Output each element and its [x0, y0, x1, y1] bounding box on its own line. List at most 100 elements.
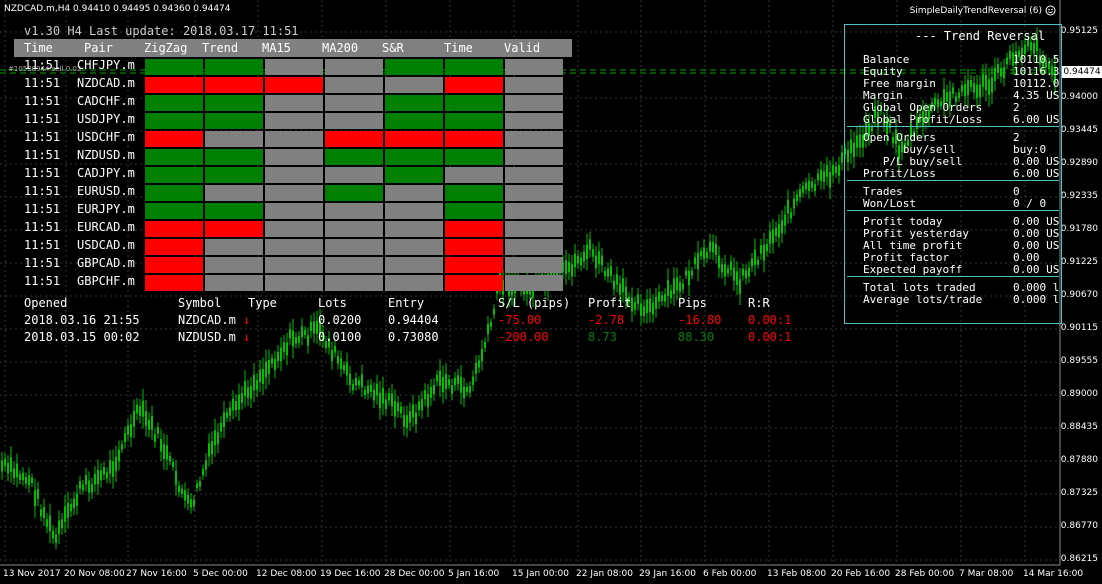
- current-price-tag: 0.94474: [1062, 66, 1102, 78]
- signal-cell-green: [445, 113, 503, 129]
- signal-cell-gray: [265, 59, 323, 75]
- signal-cell-gray: [265, 113, 323, 129]
- signal-cell-red: [445, 77, 503, 93]
- candle-body: [187, 494, 189, 504]
- candle-body: [379, 392, 381, 409]
- signal-cell-gray: [265, 203, 323, 219]
- candle-body: [841, 152, 843, 163]
- candle-body: [265, 361, 267, 378]
- candle-body: [442, 376, 444, 393]
- candle-body: [235, 401, 237, 411]
- signal-cell-red: [145, 275, 203, 291]
- grid-row-pair[interactable]: EURUSD.m: [77, 184, 135, 198]
- candle-body: [475, 363, 477, 374]
- candle-body: [667, 280, 669, 296]
- signal-cell-gray: [325, 95, 383, 111]
- candle-body: [670, 290, 672, 299]
- candle-body: [757, 259, 759, 265]
- candle-body: [37, 489, 39, 499]
- candle-body: [202, 469, 204, 476]
- grid-row-pair[interactable]: USDCAD.m: [77, 238, 135, 252]
- orders-header-label: Entry: [388, 296, 425, 310]
- order-symbol[interactable]: NZDCAD.m: [178, 313, 236, 327]
- candle-body: [358, 380, 360, 386]
- candle-body: [469, 386, 471, 393]
- candle-body: [733, 267, 735, 281]
- orders-header-label: Type: [248, 296, 277, 310]
- candle-body: [292, 330, 294, 347]
- signal-cell-gray: [205, 239, 263, 255]
- candle-body: [217, 432, 219, 445]
- signal-cell-gray: [505, 77, 563, 93]
- candle-body: [61, 519, 63, 529]
- candle-body: [148, 419, 150, 430]
- panel-stat-label: Profit/Loss: [863, 167, 936, 180]
- signal-cell-red: [145, 131, 203, 147]
- candle-body: [214, 430, 216, 446]
- orders-header-label: Symbol: [178, 296, 222, 310]
- signal-cell-gray: [385, 221, 443, 237]
- candle-body: [652, 302, 654, 315]
- grid-row-pair[interactable]: USDJPY.m: [77, 112, 135, 126]
- smiley-icon[interactable]: [1045, 5, 1056, 16]
- candle-body: [793, 198, 795, 209]
- candle-body: [106, 472, 108, 479]
- signal-cell-gray: [505, 185, 563, 201]
- grid-row-pair[interactable]: GBPCAD.m: [77, 256, 135, 270]
- candle-body: [763, 244, 765, 261]
- candle-body: [487, 323, 489, 335]
- candle-body: [394, 400, 396, 417]
- candle-body: [142, 400, 144, 417]
- grid-row-pair[interactable]: CADJPY.m: [77, 166, 135, 180]
- expert-advisor-label[interactable]: SimpleDailyTrendReversal (6): [910, 6, 1042, 16]
- candle-body: [178, 485, 180, 493]
- grid-row-time: 11:51: [24, 76, 61, 90]
- signal-cell-gray: [325, 113, 383, 129]
- candle-body: [97, 470, 99, 485]
- grid-row-pair[interactable]: NZDUSD.m: [77, 148, 135, 162]
- candle-body: [79, 481, 81, 489]
- grid-row-pair[interactable]: EURCAD.m: [77, 220, 135, 234]
- candle-body: [574, 253, 576, 268]
- price-label: 0.93445: [1060, 125, 1098, 135]
- candle-body: [145, 411, 147, 426]
- time-label: 20 Nov 08:00: [64, 569, 125, 579]
- time-label: 13 Feb 08:00: [767, 569, 827, 579]
- signal-cell-green: [445, 185, 503, 201]
- grid-row-pair[interactable]: CADCHF.m: [77, 94, 135, 108]
- candle-body: [400, 406, 402, 414]
- grid-row-pair[interactable]: EURJPY.m: [77, 202, 135, 216]
- signal-cell-gray: [265, 149, 323, 165]
- signal-cell-gray: [265, 275, 323, 291]
- grid-row-pair[interactable]: USDCHF.m: [77, 130, 135, 144]
- order-opened: 2018.03.16 21:55: [24, 313, 140, 327]
- grid-row-pair[interactable]: NZDCAD.m: [77, 76, 135, 90]
- grid-row-pair[interactable]: GBPCHF.m: [77, 274, 135, 288]
- signal-cell-gray: [265, 257, 323, 273]
- candle-body: [817, 173, 819, 181]
- candle-body: [571, 264, 573, 277]
- chart-symbol-header: NZDCAD.m,H4 0.94410 0.94495 0.94360 0.94…: [4, 4, 231, 14]
- signal-cell-gray: [265, 221, 323, 237]
- time-label: 5 Jan 16:00: [448, 569, 500, 579]
- candle-body: [196, 483, 198, 489]
- signal-cell-red: [445, 131, 503, 147]
- signal-cell-gray: [505, 239, 563, 255]
- candle-body: [337, 355, 339, 364]
- candle-body: [334, 345, 336, 353]
- candle-body: [343, 365, 345, 371]
- candle-body: [751, 258, 753, 267]
- candle-body: [184, 490, 186, 501]
- candle-body: [349, 373, 351, 385]
- order-pips: -16.80: [678, 313, 722, 327]
- candle-body: [592, 249, 594, 257]
- order-symbol[interactable]: NZDUSD.m: [178, 330, 236, 344]
- signal-cell-gray: [505, 203, 563, 219]
- price-label: 0.88435: [1060, 422, 1098, 432]
- signal-cell-gray: [205, 257, 263, 273]
- candle-body: [601, 255, 603, 266]
- grid-row-pair[interactable]: CHFJPY.m: [77, 58, 135, 72]
- signal-cell-green: [325, 185, 383, 201]
- candle-body: [289, 329, 291, 339]
- candle-body: [130, 424, 132, 438]
